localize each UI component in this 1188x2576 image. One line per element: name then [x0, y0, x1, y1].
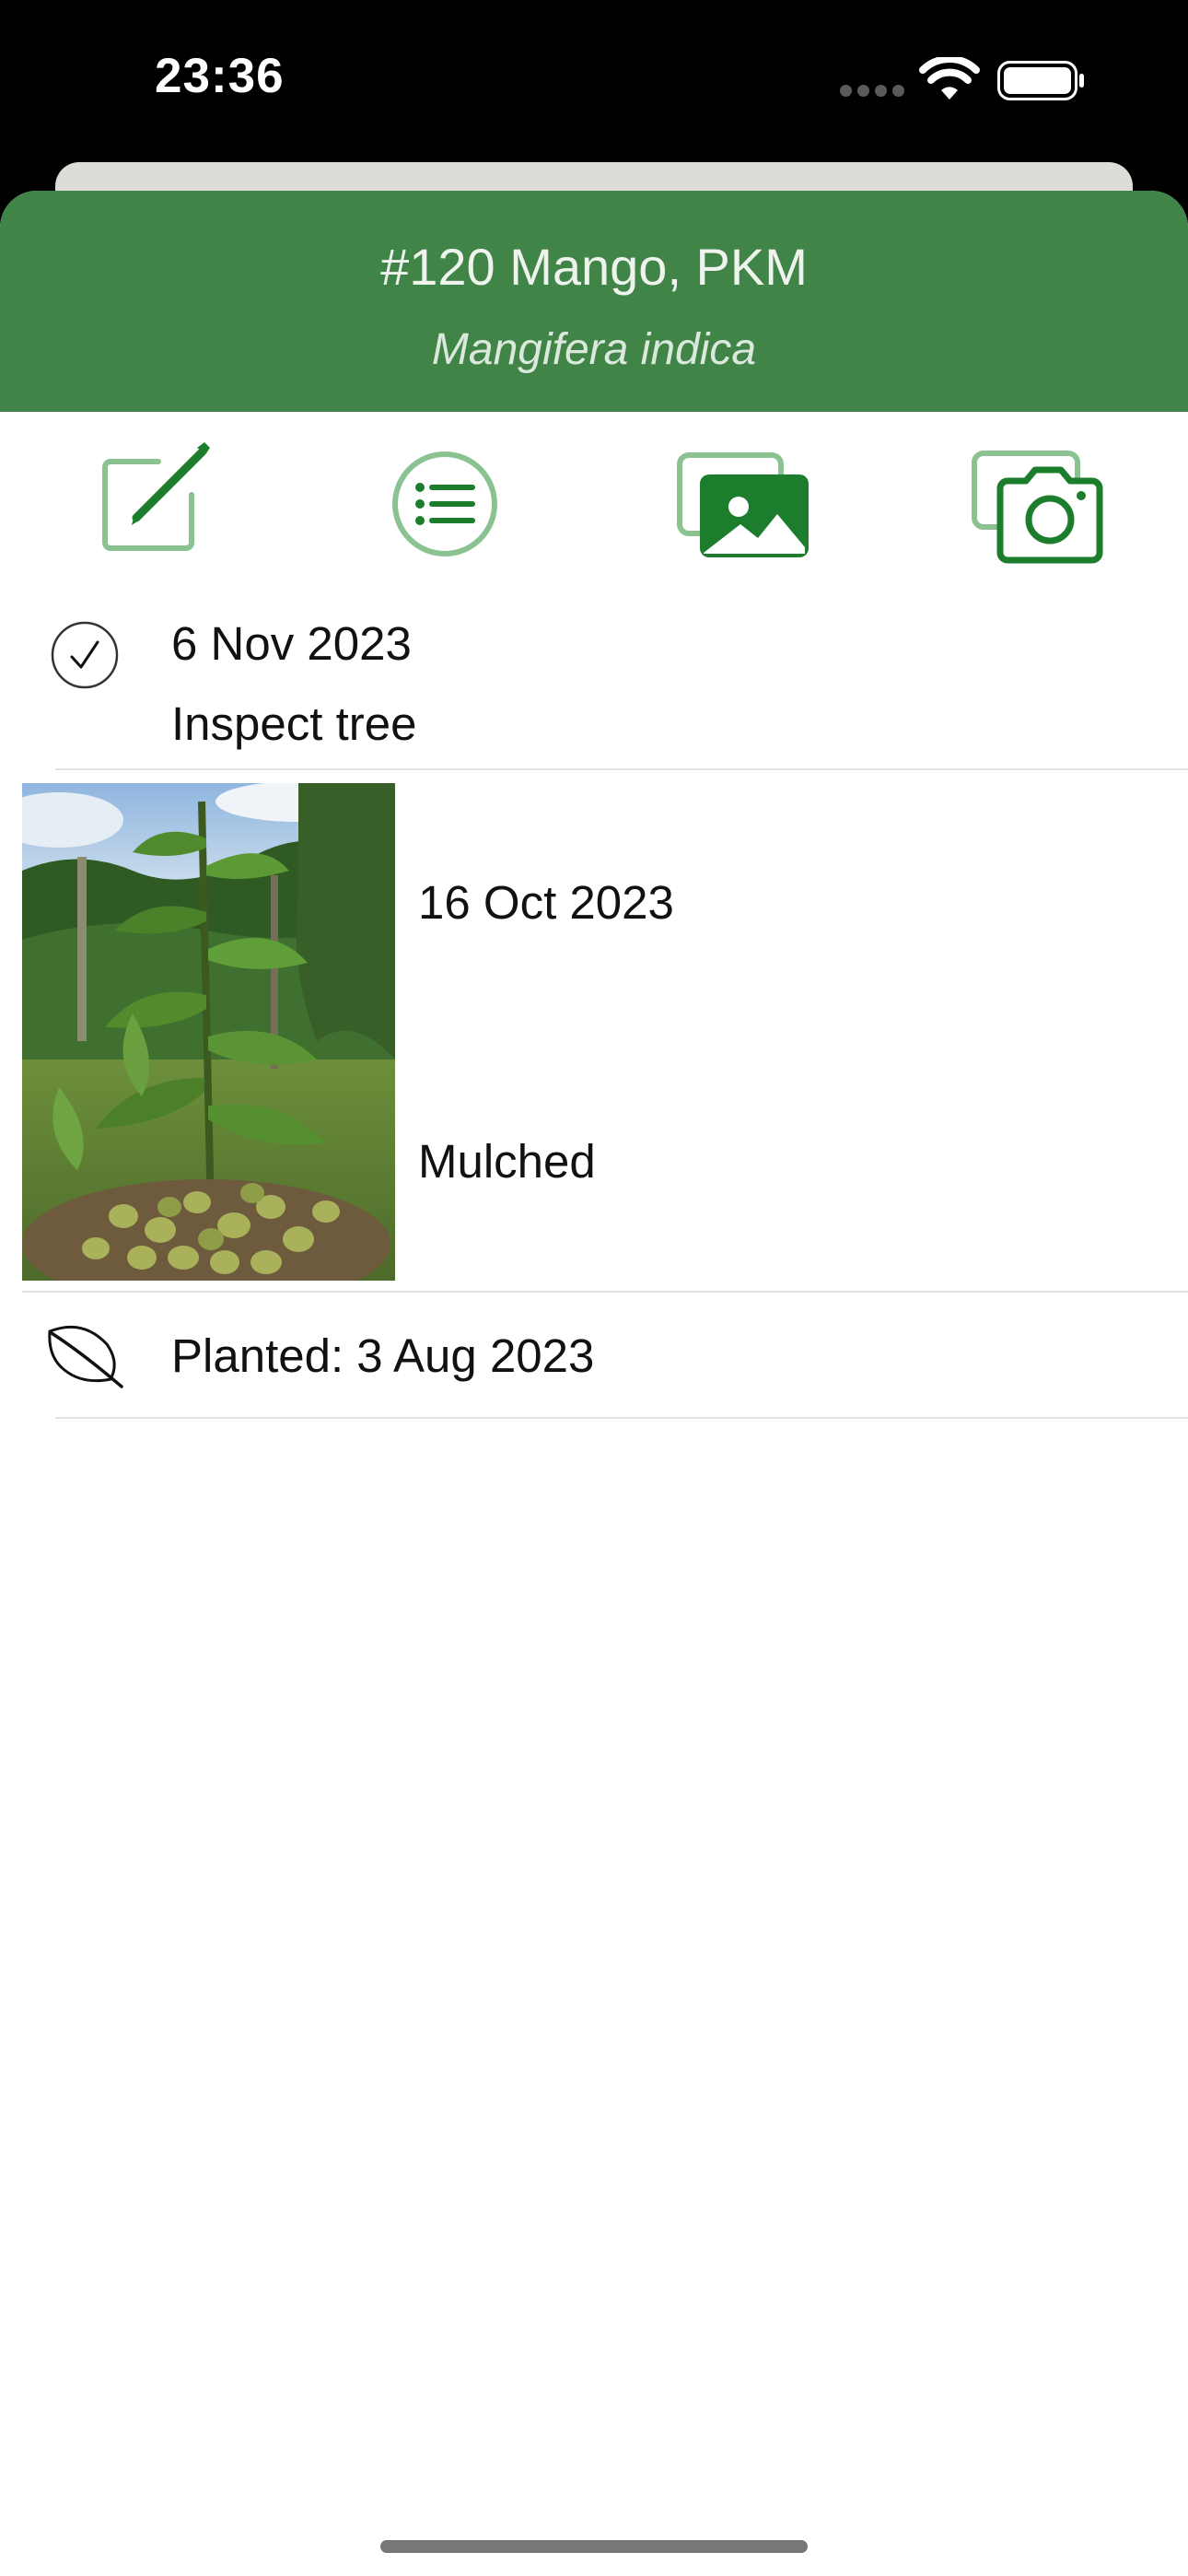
tree-detail-sheet: #120 Mango, PKM Mangifera indica 6 Nov 2… — [0, 191, 1188, 2576]
task-date: 6 Nov 2023 — [171, 617, 412, 670]
tree-title: #120 Mango, PKM — [380, 238, 808, 296]
task-list-button[interactable] — [362, 435, 528, 573]
camera-button[interactable] — [958, 435, 1124, 573]
planted-date: Planted: 3 Aug 2023 — [171, 1329, 595, 1382]
tree-species: Mangifera indica — [431, 325, 757, 374]
divider — [22, 1291, 1188, 1293]
tree-photo-thumbnail[interactable] — [22, 783, 395, 1281]
divider — [55, 768, 1188, 770]
status-time: 23:36 — [155, 49, 285, 103]
status-bar: 23:36 — [0, 0, 1188, 166]
divider — [55, 1417, 1188, 1419]
log-note: Mulched — [418, 1135, 596, 1188]
list-icon — [392, 451, 497, 556]
tree-header: #120 Mango, PKM Mangifera indica — [0, 191, 1188, 412]
leaf-icon — [48, 1325, 123, 1388]
wifi-icon — [919, 57, 980, 100]
log-date: 16 Oct 2023 — [418, 876, 674, 929]
battery-icon — [997, 61, 1084, 100]
photo-gallery-button[interactable] — [663, 435, 829, 573]
edit-button[interactable] — [66, 435, 232, 573]
checkmark-circle-icon[interactable] — [50, 620, 120, 690]
task-note: Inspect tree — [171, 697, 417, 750]
home-indicator[interactable] — [380, 2540, 808, 2553]
camera-icon — [972, 451, 1103, 564]
signal-dots-icon — [840, 85, 906, 98]
edit-note-icon — [102, 442, 210, 551]
photo-gallery-icon — [677, 452, 809, 557]
